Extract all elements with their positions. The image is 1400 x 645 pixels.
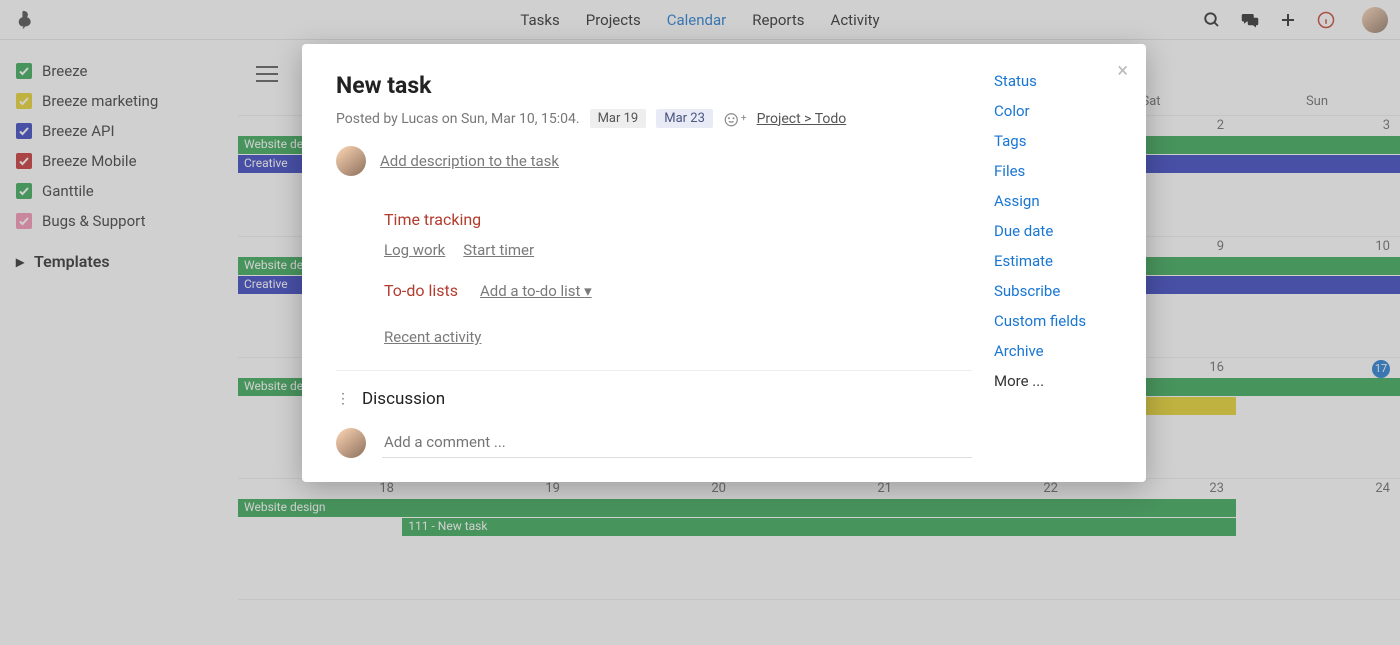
- comment-input[interactable]: [382, 427, 972, 458]
- modal-actions-list: Status Color Tags Files Assign Due date Estima…: [994, 72, 1112, 390]
- start-date-chip[interactable]: Mar 19: [590, 109, 647, 128]
- modal-action-estimate[interactable]: Estimate: [994, 252, 1112, 270]
- reaction-icon[interactable]: +: [723, 110, 747, 128]
- modal-action-archive[interactable]: Archive: [994, 342, 1112, 360]
- modal-action-status[interactable]: Status: [994, 72, 1112, 90]
- new-task-modal: × New task Posted by Lucas on Sun, Mar 1…: [302, 44, 1146, 482]
- time-tracking-heading: Time tracking: [384, 210, 972, 229]
- modal-action-files[interactable]: Files: [994, 162, 1112, 180]
- drag-handle-icon[interactable]: ⋮: [336, 391, 350, 407]
- commenter-avatar: [336, 428, 366, 458]
- recent-activity-link[interactable]: Recent activity: [384, 328, 481, 346]
- modal-main: New task Posted by Lucas on Sun, Mar 10,…: [336, 72, 972, 458]
- add-todo-list-link[interactable]: Add a to-do list ▾: [480, 282, 592, 300]
- posted-text: Posted by Lucas on Sun, Mar 10, 15:04.: [336, 111, 580, 127]
- modal-title: New task: [336, 72, 972, 99]
- modal-sidebar: Status Color Tags Files Assign Due date Estima…: [972, 72, 1112, 458]
- discussion-heading-row: ⋮ Discussion: [336, 389, 972, 409]
- modal-action-due-date[interactable]: Due date: [994, 222, 1112, 240]
- time-tracking-actions: Log work Start timer: [384, 241, 972, 259]
- author-avatar: [336, 146, 366, 176]
- close-icon[interactable]: ×: [1117, 58, 1128, 82]
- log-work-link[interactable]: Log work: [384, 241, 445, 259]
- modal-meta: Posted by Lucas on Sun, Mar 10, 15:04. M…: [336, 109, 972, 128]
- modal-action-more[interactable]: More ...: [994, 372, 1112, 390]
- comment-row: [336, 427, 972, 458]
- modal-action-assign[interactable]: Assign: [994, 192, 1112, 210]
- divider: [336, 370, 972, 371]
- chevron-down-icon: ▾: [584, 282, 592, 300]
- modal-action-tags[interactable]: Tags: [994, 132, 1112, 150]
- breadcrumb[interactable]: Project > Todo: [757, 111, 847, 127]
- discussion-heading: Discussion: [362, 389, 445, 409]
- description-row: Add description to the task: [336, 146, 972, 176]
- modal-action-color[interactable]: Color: [994, 102, 1112, 120]
- modal-action-subscribe[interactable]: Subscribe: [994, 282, 1112, 300]
- modal-action-custom-fields[interactable]: Custom fields: [994, 312, 1112, 330]
- end-date-chip[interactable]: Mar 23: [656, 109, 713, 128]
- start-timer-link[interactable]: Start timer: [463, 241, 534, 259]
- add-description-link[interactable]: Add description to the task: [380, 152, 559, 170]
- todo-lists-heading: To-do lists: [384, 281, 458, 300]
